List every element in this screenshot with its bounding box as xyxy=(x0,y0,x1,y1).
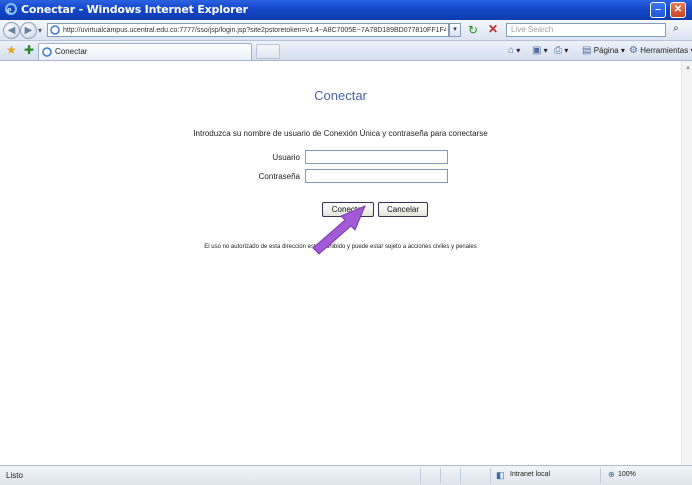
status-divider xyxy=(440,468,441,483)
search-icon[interactable]: ⌕ xyxy=(673,23,679,34)
status-divider xyxy=(420,468,421,483)
minimize-button[interactable]: – xyxy=(650,2,666,18)
address-toolbar: ◀ ▶ ▾ http://uvirtualcampus.ucentral.edu… xyxy=(0,20,692,41)
close-button[interactable]: ✕ xyxy=(670,2,686,18)
print-icon: ⎙ xyxy=(554,45,562,56)
feeds-icon: ▣ xyxy=(532,45,542,56)
tab-page-icon xyxy=(42,47,52,57)
window-title: Conectar - Windows Internet Explorer xyxy=(21,3,248,16)
tools-menu[interactable]: ⚙ Herramientas ▾ xyxy=(629,45,692,56)
cancel-button[interactable]: Cancelar xyxy=(378,202,428,217)
page-content: Conectar Introduzca su nombre de usuario… xyxy=(0,61,681,465)
password-field[interactable] xyxy=(305,169,448,183)
home-button[interactable]: ⌂ ▾ xyxy=(508,45,520,56)
status-divider xyxy=(490,468,491,483)
intranet-zone-icon: ◧ xyxy=(496,470,505,480)
svg-text:e: e xyxy=(7,5,12,16)
address-bar[interactable]: http://uvirtualcampus.ucentral.edu.co:77… xyxy=(47,23,449,37)
pointer-arrow-icon xyxy=(312,205,366,255)
add-favorites-icon[interactable]: ✚ xyxy=(24,44,34,56)
new-tab-button[interactable] xyxy=(256,44,280,59)
page-icon xyxy=(50,25,60,35)
print-button[interactable]: ⎙ ▾ xyxy=(554,45,568,56)
favorites-star-icon[interactable]: ★ xyxy=(6,44,17,56)
refresh-icon[interactable]: ↻ xyxy=(468,23,478,37)
window-titlebar[interactable]: e Conectar - Windows Internet Explorer –… xyxy=(0,0,692,20)
status-divider xyxy=(460,468,461,483)
recent-pages-dropdown-icon[interactable]: ▾ xyxy=(38,26,42,35)
address-dropdown-icon[interactable]: ▾ xyxy=(449,23,461,37)
feeds-button[interactable]: ▣ ▾ xyxy=(532,45,548,56)
page-menu[interactable]: ▤ Página ▾ xyxy=(582,45,625,56)
scroll-up-icon[interactable]: ▲ xyxy=(685,65,691,71)
intro-text: Introduzca su nombre de usuario de Conex… xyxy=(193,129,488,138)
tab-label: Conectar xyxy=(55,47,88,56)
search-input[interactable]: Live Search xyxy=(506,23,666,37)
home-icon: ⌂ xyxy=(508,45,515,56)
zoom-icon[interactable]: ⊕ xyxy=(608,470,615,479)
vertical-scrollbar[interactable]: ▲ xyxy=(681,61,692,465)
ie-logo-icon: e xyxy=(5,3,17,16)
tab-conectar[interactable]: Conectar xyxy=(38,43,252,60)
password-label: Contraseña xyxy=(258,172,300,181)
tab-toolbar: ★ ✚ Conectar ⌂ ▾ ▣ ▾ ⎙ ▾ ▤ Página ▾ ⚙ He… xyxy=(0,41,692,61)
username-label: Usuario xyxy=(272,153,300,162)
url-text[interactable]: http://uvirtualcampus.ucentral.edu.co:77… xyxy=(63,25,446,36)
page-title: Conectar xyxy=(314,88,367,103)
tools-menu-icon: ⚙ xyxy=(629,45,638,56)
zoom-level[interactable]: 100% xyxy=(618,471,636,478)
status-text: Listo xyxy=(6,471,23,480)
page-menu-label: Página xyxy=(593,46,619,55)
page-menu-icon: ▤ xyxy=(582,45,592,56)
status-divider xyxy=(600,468,601,483)
username-field[interactable] xyxy=(305,150,448,164)
security-zone-text: Intranet local xyxy=(510,471,551,478)
tools-menu-label: Herramientas xyxy=(640,46,689,55)
stop-icon[interactable]: ✕ xyxy=(488,22,498,36)
forward-button[interactable]: ▶ xyxy=(20,22,37,39)
status-bar: Listo ◧ Intranet local ⊕ 100% xyxy=(0,465,692,485)
back-button[interactable]: ◀ xyxy=(3,22,20,39)
